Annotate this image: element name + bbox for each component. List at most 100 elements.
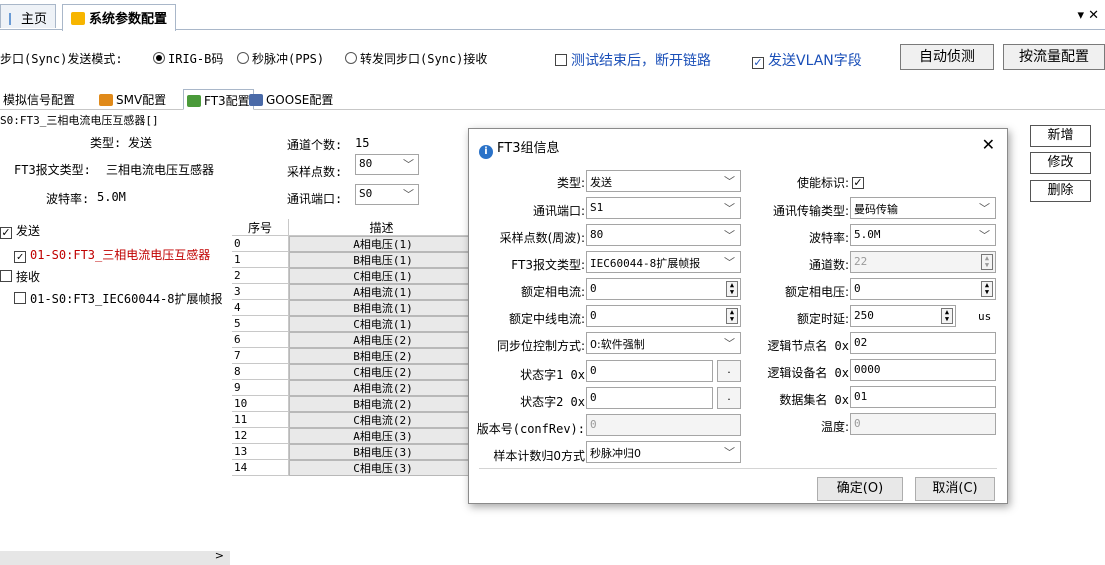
tree-send-node[interactable]: ✓ 发送 bbox=[0, 222, 40, 239]
tab-menu-controls[interactable]: ▾ ✕ bbox=[1077, 8, 1099, 23]
row-desc-cell[interactable]: C相电压(2) bbox=[289, 364, 475, 380]
row-num-cell[interactable]: 1 bbox=[232, 252, 289, 268]
dlg-delay-input[interactable]: 250 ▲ ▼ bbox=[850, 305, 956, 327]
group-tree: ✓ 发送 ✓ 01-S0:FT3_三相电流电压互感器 接收 01-S0:FT3_IE… bbox=[0, 218, 230, 565]
row-desc-cell[interactable]: A相电流(1) bbox=[289, 284, 475, 300]
row-num-cell[interactable]: 11 bbox=[232, 412, 289, 428]
spinner-icon[interactable]: ▲ ▼ bbox=[726, 308, 738, 324]
chevron-down-icon: ﹀ bbox=[724, 337, 735, 350]
dlg-msgtype-select[interactable]: IEC60044-8扩展帧报 ﹀ bbox=[586, 251, 741, 273]
row-num-cell[interactable]: 12 bbox=[232, 428, 289, 444]
row-num-cell[interactable]: 8 bbox=[232, 364, 289, 380]
dlg-sync-select[interactable]: 0:软件强制 ﹀ bbox=[586, 332, 741, 354]
row-desc-cell[interactable]: B相电压(2) bbox=[289, 348, 475, 364]
col-header-num[interactable]: 序号 bbox=[232, 219, 289, 236]
row-num-cell[interactable]: 3 bbox=[232, 284, 289, 300]
tree-recv-node[interactable]: 接收 bbox=[0, 268, 40, 285]
radio-sync-forward[interactable]: 转发同步口(Sync)接收 bbox=[345, 50, 487, 67]
tab-goose-config[interactable]: GOOSE配置 bbox=[246, 89, 336, 110]
ok-button[interactable]: 确定(O) bbox=[817, 477, 903, 501]
close-icon[interactable]: ✕ bbox=[982, 135, 995, 154]
tab-home[interactable]: 主页 bbox=[0, 4, 57, 28]
type-value: 发送 bbox=[128, 136, 153, 150]
dlg-temp-label: 温度: bbox=[820, 420, 849, 434]
row-desc-cell[interactable]: B相电流(1) bbox=[289, 300, 475, 316]
spinner-icon[interactable]: ▲ ▼ bbox=[981, 281, 993, 297]
dlg-st1-input[interactable]: 0 bbox=[586, 360, 713, 382]
row-desc-cell[interactable]: C相电流(2) bbox=[289, 412, 475, 428]
dlg-enable-checkbox[interactable]: ✓ bbox=[852, 177, 864, 189]
row-desc-cell[interactable]: C相电压(3) bbox=[289, 460, 475, 476]
row-desc-cell[interactable]: B相电压(3) bbox=[289, 444, 475, 460]
row-num-cell[interactable]: 7 bbox=[232, 348, 289, 364]
tree-send-item[interactable]: ✓ 01-S0:FT3_三相电流电压互感器 bbox=[14, 246, 210, 263]
port-select[interactable]: S0 ﹀ bbox=[355, 184, 419, 205]
edit-button[interactable]: 修改 bbox=[1030, 152, 1091, 174]
row-num-cell[interactable]: 2 bbox=[232, 268, 289, 284]
top-tab-strip: 主页 系统参数配置 ▾ ✕ bbox=[0, 0, 1105, 31]
dlg-baud-select[interactable]: 5.0M ﹀ bbox=[850, 224, 996, 246]
radio-off-icon bbox=[237, 52, 249, 64]
spinner-icon[interactable]: ▲ ▼ bbox=[726, 281, 738, 297]
row-num-cell[interactable]: 10 bbox=[232, 396, 289, 412]
dlg-port-select[interactable]: S1 ﹀ bbox=[586, 197, 741, 219]
tab-system-params[interactable]: 系统参数配置 bbox=[62, 4, 177, 31]
radio-off-icon bbox=[345, 52, 357, 64]
radio-irig-b[interactable]: IRIG-B码 bbox=[153, 50, 223, 67]
tab-analog-config[interactable]: 模拟信号配置 bbox=[0, 89, 78, 110]
dlg-type-select[interactable]: 发送 ﹀ bbox=[586, 170, 741, 192]
row-num-cell[interactable]: 0 bbox=[232, 236, 289, 252]
panel-title: S0:FT3_三相电流电压互感器[] bbox=[0, 114, 159, 127]
row-desc-cell[interactable]: B相电流(2) bbox=[289, 396, 475, 412]
dlg-ld-input[interactable]: 0000 bbox=[850, 359, 996, 381]
row-desc-cell[interactable]: B相电压(1) bbox=[289, 252, 475, 268]
dlg-rated-i-input[interactable]: 0 ▲ ▼ bbox=[586, 278, 741, 300]
tree-scrollbar[interactable]: > bbox=[0, 549, 230, 565]
tab-ft3-config[interactable]: FT3配置 bbox=[183, 89, 254, 110]
radio-pps[interactable]: 秒脉冲(PPS) bbox=[237, 50, 324, 67]
chevron-down-icon: ﹀ bbox=[724, 254, 735, 270]
row-num-cell[interactable]: 4 bbox=[232, 300, 289, 316]
st1-browse-button[interactable]: . bbox=[717, 360, 741, 382]
tab-smv-config[interactable]: SMV配置 bbox=[96, 89, 169, 110]
dlg-rated-u-input[interactable]: 0 ▲ ▼ bbox=[850, 278, 996, 300]
row-desc-cell[interactable]: C相电流(1) bbox=[289, 316, 475, 332]
row-num-cell[interactable]: 13 bbox=[232, 444, 289, 460]
tree-recv-item[interactable]: 01-S0:FT3_IEC60044-8扩展帧报 bbox=[14, 290, 223, 307]
row-num-cell[interactable]: 14 bbox=[232, 460, 289, 476]
st2-browse-button[interactable]: . bbox=[717, 387, 741, 409]
chevron-down-icon: ﹀ bbox=[724, 202, 735, 215]
row-num-cell[interactable]: 6 bbox=[232, 332, 289, 348]
spinner-icon[interactable]: ▲ ▼ bbox=[941, 308, 953, 324]
chevron-right-icon[interactable]: > bbox=[215, 549, 224, 562]
dlg-ln-input[interactable]: 02 bbox=[850, 332, 996, 354]
row-desc-cell[interactable]: A相电压(3) bbox=[289, 428, 475, 444]
port-label: 通讯端口: bbox=[287, 192, 343, 206]
row-desc-cell[interactable]: C相电压(1) bbox=[289, 268, 475, 284]
config-by-flow-button[interactable]: 按流量配置 bbox=[1003, 44, 1105, 70]
checkbox-checked-icon: ✓ bbox=[0, 226, 12, 239]
msgtype-value: 三相电流电压互感器 bbox=[106, 163, 215, 177]
row-num-cell[interactable]: 9 bbox=[232, 380, 289, 396]
check-disconnect-after-test[interactable]: 测试结束后，断开链路 bbox=[555, 50, 711, 70]
checkbox-icon bbox=[14, 292, 26, 304]
channels-label: 通道个数: bbox=[287, 138, 343, 152]
dlg-rated-n-input[interactable]: 0 ▲ ▼ bbox=[586, 305, 741, 327]
auto-detect-button[interactable]: 自动侦测 bbox=[900, 44, 994, 70]
dlg-ds-input[interactable]: 01 bbox=[850, 386, 996, 408]
dlg-sample-select[interactable]: 80 ﹀ bbox=[586, 224, 741, 246]
delete-button[interactable]: 删除 bbox=[1030, 180, 1091, 202]
dlg-reset-select[interactable]: 秒脉冲归0 ﹀ bbox=[586, 441, 741, 463]
row-num-cell[interactable]: 5 bbox=[232, 316, 289, 332]
cancel-button[interactable]: 取消(C) bbox=[915, 477, 995, 501]
add-button[interactable]: 新增 bbox=[1030, 125, 1091, 147]
row-desc-cell[interactable]: A相电压(1) bbox=[289, 236, 475, 252]
sample-label: 采样点数: bbox=[287, 165, 343, 179]
row-desc-cell[interactable]: A相电压(2) bbox=[289, 332, 475, 348]
sample-select[interactable]: 80 ﹀ bbox=[355, 154, 419, 175]
check-send-vlan[interactable]: ✓ 发送VLAN字段 bbox=[752, 50, 862, 70]
dlg-trans-select[interactable]: 曼码传输 ﹀ bbox=[850, 197, 996, 219]
col-header-desc[interactable]: 描述 bbox=[289, 219, 475, 236]
dlg-st2-input[interactable]: 0 bbox=[586, 387, 713, 409]
row-desc-cell[interactable]: A相电流(2) bbox=[289, 380, 475, 396]
